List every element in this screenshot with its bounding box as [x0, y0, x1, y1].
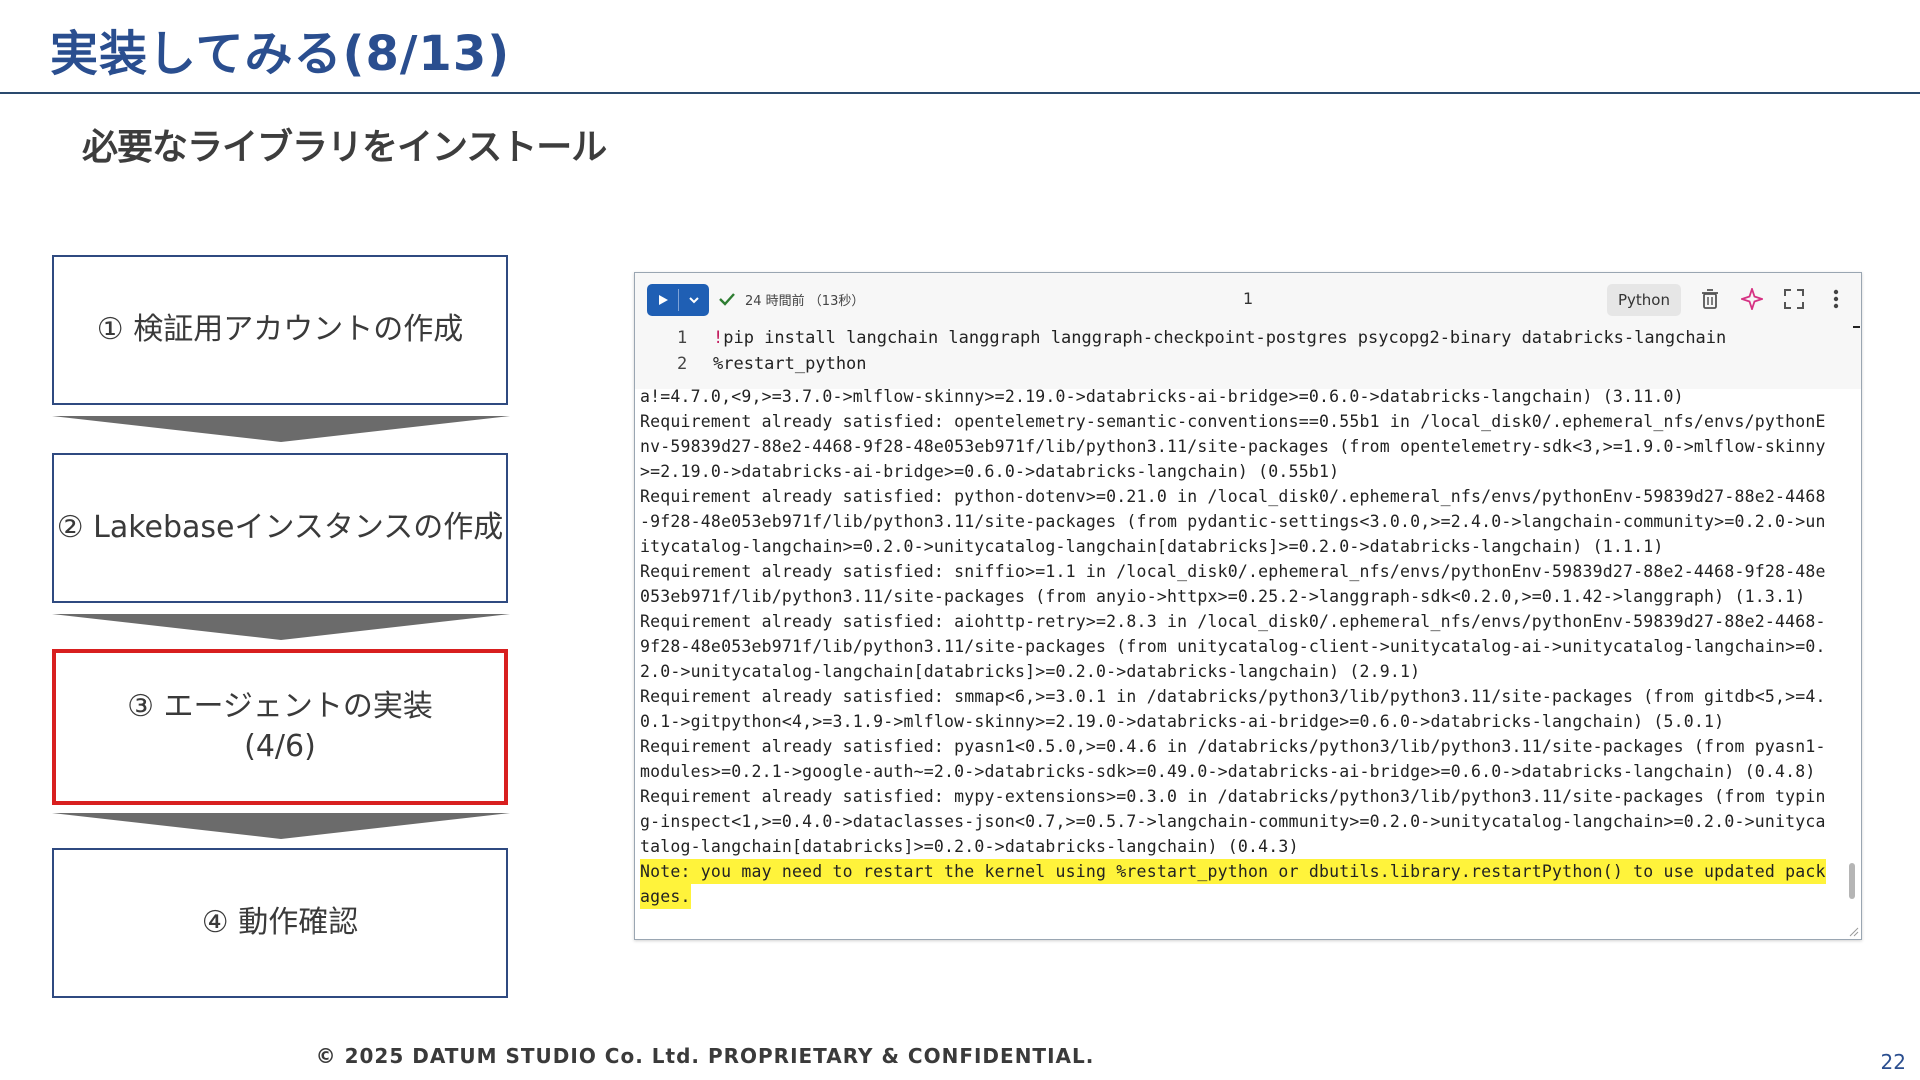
output-line: modules>=0.2.1->google-auth~=2.0->databr… [640, 762, 1816, 781]
output-line: 0.1->gitpython<4,>=3.1.9->mlflow-skinny>… [640, 712, 1725, 731]
output-line: -9f28-48e053eb971f/lib/python3.11/site-p… [640, 512, 1826, 531]
cell-output: a!=4.7.0,<9,>=3.7.0->mlflow-skinny>=2.19… [635, 389, 1847, 935]
step-2-label: ② Lakebaseインスタンスの作成 [56, 510, 504, 545]
step-4-box: ④ 動作確認 [52, 848, 508, 998]
step-3-label: ③ エージェントの実装 [127, 689, 433, 724]
output-line: Requirement already satisfied: smmap<6,>… [640, 687, 1826, 706]
run-cell-button[interactable] [647, 284, 709, 316]
output-line: g-inspect<1,>=0.4.0->dataclasses-json<0.… [640, 812, 1826, 831]
check-icon [719, 293, 735, 306]
step-4-label: ④ 動作確認 [201, 905, 359, 940]
output-line: Requirement already satisfied: mypy-exte… [640, 787, 1826, 806]
trash-icon[interactable] [1697, 286, 1723, 312]
output-line: Requirement already satisfied: aiohttp-r… [640, 612, 1826, 631]
step-arrow-2 [52, 614, 510, 640]
sparkle-icon[interactable] [1739, 286, 1765, 312]
code-line-2[interactable]: %restart_python [713, 354, 867, 374]
fullscreen-icon[interactable] [1781, 286, 1807, 312]
output-line: itycatalog-langchain>=0.2.0->unitycatalo… [640, 537, 1664, 556]
output-line: Requirement already satisfied: python-do… [640, 487, 1826, 506]
slide-subtitle: 必要なライブラリをインストール [82, 127, 607, 168]
step-1-label: ① 検証用アカウントの作成 [96, 312, 464, 347]
language-selector[interactable]: Python [1607, 284, 1681, 316]
output-line: >=2.19.0->databricks-ai-bridge>=0.6.0->d… [640, 462, 1340, 481]
step-arrow-3 [52, 813, 510, 839]
step-3-progress: (4/6) [244, 729, 316, 764]
step-1-box: ① 検証用アカウントの作成 [52, 255, 508, 405]
output-line: 2.0->unitycatalog-langchain[databricks]>… [640, 662, 1421, 681]
code-line-1[interactable]: !pip install langchain langgraph langgra… [713, 328, 1726, 348]
step-arrow-1 [52, 416, 510, 442]
cell-code-area: 24 時間前 （13秒） 1 Python 1 !pip install lan… [635, 273, 1861, 389]
step-2-box: ② Lakebaseインスタンスの作成 [52, 453, 508, 603]
step-3-box-active: ③ エージェントの実装 (4/6) [52, 649, 508, 805]
note-line-highlighted: ages. [640, 884, 691, 909]
line-number: 1 [677, 328, 688, 348]
chevron-down-icon[interactable] [679, 296, 709, 304]
bang-operator: ! [713, 328, 724, 348]
cell-number: 1 [1243, 289, 1254, 308]
play-icon[interactable] [647, 284, 678, 316]
editor-cursor [1853, 326, 1860, 328]
note-line-highlighted: Note: you may need to restart the kernel… [640, 859, 1826, 884]
title-divider [0, 92, 1920, 94]
more-vert-icon[interactable] [1823, 286, 1849, 312]
output-line: Requirement already satisfied: sniffio>=… [640, 562, 1826, 581]
code-text: pip install langchain langgraph langgrap… [723, 328, 1727, 348]
output-scrollbar[interactable] [1849, 863, 1855, 899]
output-line: Requirement already satisfied: pyasn1<0.… [640, 737, 1826, 756]
output-line: talog-langchain[databricks]>=0.2.0->data… [640, 837, 1299, 856]
output-line: 9f28-48e053eb971f/lib/python3.11/site-pa… [640, 637, 1826, 656]
run-status-text: 24 時間前 （13秒） [745, 294, 865, 309]
copyright-footer: © 2025 DATUM STUDIO Co. Ltd. PROPRIETARY… [315, 1044, 1095, 1068]
output-line: Requirement already satisfied: opentelem… [640, 412, 1826, 431]
output-line: a!=4.7.0,<9,>=3.7.0->mlflow-skinny>=2.19… [640, 389, 1684, 406]
output-line: 053eb971f/lib/python3.11/site-packages (… [640, 587, 1806, 606]
output-line: nv-59839d27-88e2-4468-9f28-48e053eb971f/… [640, 437, 1826, 456]
page-number: 22 [1880, 1050, 1906, 1074]
slide-title: 実装してみる(8/13) [50, 26, 511, 82]
resize-handle-icon[interactable] [1849, 927, 1859, 937]
notebook-cell: 24 時間前 （13秒） 1 Python 1 !pip install lan… [634, 272, 1862, 940]
line-number: 2 [677, 354, 688, 374]
